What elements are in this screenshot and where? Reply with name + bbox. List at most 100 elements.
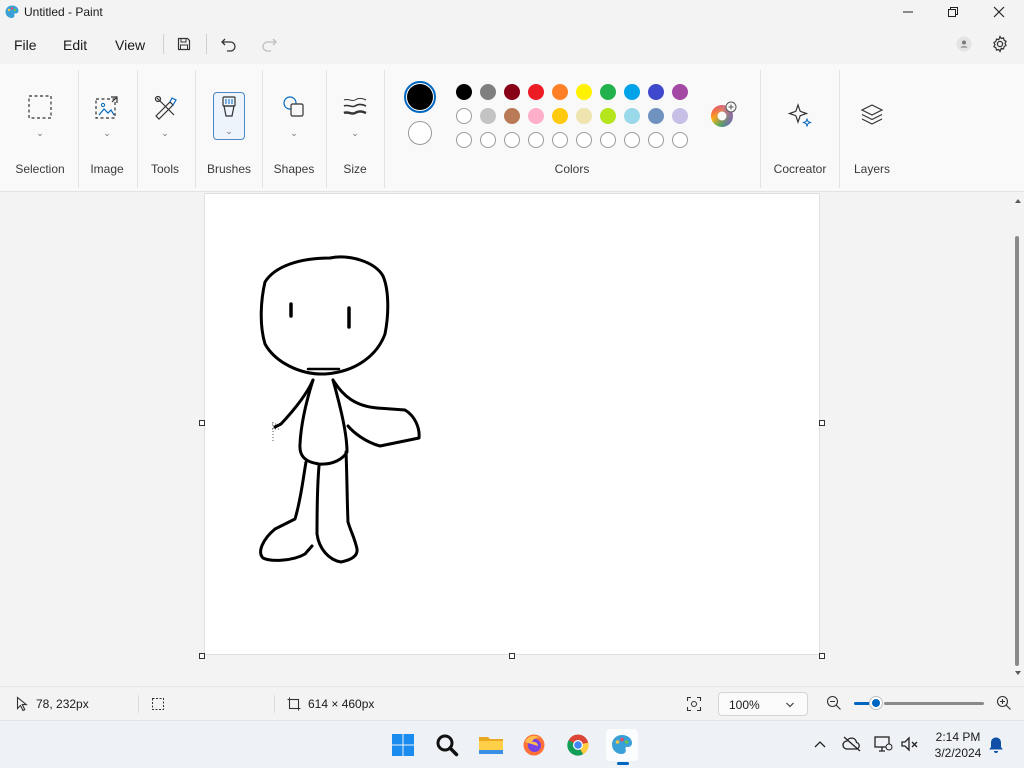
menu-file[interactable]: File	[14, 37, 37, 53]
resize-handle-left[interactable]	[199, 420, 205, 426]
color-swatch[interactable]	[456, 108, 472, 124]
tools-label: Tools	[150, 162, 180, 176]
color-swatch[interactable]	[624, 108, 640, 124]
color-swatch[interactable]	[504, 84, 520, 100]
color-swatch[interactable]	[672, 108, 688, 124]
color-swatch[interactable]	[624, 84, 640, 100]
zoom-value: 100%	[729, 698, 760, 712]
custom-color-slot[interactable]	[456, 132, 472, 148]
selection-button[interactable]	[25, 92, 55, 122]
fit-to-window-button[interactable]	[686, 696, 702, 712]
shapes-icon	[283, 96, 304, 117]
tools-chevron-icon[interactable]: ⌄	[161, 128, 169, 139]
undo-button[interactable]	[218, 33, 240, 55]
cocreator-button[interactable]	[785, 100, 815, 130]
color-swatch[interactable]	[456, 84, 472, 100]
volume-muted-icon[interactable]	[900, 735, 920, 753]
account-button[interactable]	[953, 33, 975, 55]
windows-icon	[392, 734, 414, 756]
settings-button[interactable]	[989, 33, 1011, 55]
custom-color-slot[interactable]	[648, 132, 664, 148]
shapes-button[interactable]	[279, 92, 309, 122]
color-swatch[interactable]	[528, 84, 544, 100]
redo-button[interactable]	[258, 33, 280, 55]
firefox-button[interactable]	[518, 729, 550, 761]
custom-color-slot[interactable]	[528, 132, 544, 148]
primary-color[interactable]	[407, 84, 433, 110]
custom-color-slot[interactable]	[576, 132, 592, 148]
color-swatch[interactable]	[528, 108, 544, 124]
chrome-button[interactable]	[562, 729, 594, 761]
color-swatch[interactable]	[552, 108, 568, 124]
zoom-slider-fill	[854, 702, 870, 705]
edit-colors-button[interactable]	[708, 100, 738, 130]
resize-handle-bottom[interactable]	[509, 653, 515, 659]
zoom-dropdown[interactable]: 100%	[718, 692, 808, 716]
system-clock[interactable]: 2:14 PM 3/2/2024	[930, 729, 986, 761]
status-separator	[274, 695, 275, 713]
brushes-chevron-icon[interactable]: ⌄	[225, 126, 233, 137]
shapes-chevron-icon[interactable]: ⌄	[290, 128, 298, 139]
color-swatch[interactable]	[576, 84, 592, 100]
custom-color-slot[interactable]	[480, 132, 496, 148]
custom-color-slot[interactable]	[672, 132, 688, 148]
start-button[interactable]	[387, 729, 419, 761]
color-swatch[interactable]	[480, 108, 496, 124]
sparkle-icon	[787, 103, 812, 128]
custom-color-slot[interactable]	[552, 132, 568, 148]
gear-icon	[993, 35, 1007, 53]
status-bar: 78, 232px 614 × 460px 100%	[0, 686, 1024, 720]
image-label: Image	[90, 162, 124, 176]
minimize-icon	[903, 11, 913, 13]
restore-button[interactable]	[930, 0, 976, 24]
zoom-slider-track[interactable]	[884, 702, 984, 705]
layers-button[interactable]	[857, 100, 887, 130]
cloud-offline-icon[interactable]	[842, 735, 862, 753]
resize-handle-bottom-right[interactable]	[819, 653, 825, 659]
custom-color-slot[interactable]	[624, 132, 640, 148]
selection-chevron-icon[interactable]: ⌄	[36, 128, 44, 139]
save-button[interactable]	[173, 33, 195, 55]
tools-button[interactable]	[150, 92, 180, 122]
network-icon[interactable]	[873, 735, 893, 753]
minimize-button[interactable]	[885, 0, 931, 24]
color-swatch[interactable]	[576, 108, 592, 124]
image-chevron-icon[interactable]: ⌄	[103, 128, 111, 139]
zoom-out-button[interactable]	[826, 695, 842, 711]
selection-label: Selection	[15, 162, 65, 176]
resize-handle-bottom-left[interactable]	[199, 653, 205, 659]
zoom-slider-thumb[interactable]	[870, 697, 882, 709]
save-icon	[177, 37, 191, 51]
color-swatch[interactable]	[480, 84, 496, 100]
secondary-color[interactable]	[408, 121, 432, 145]
color-swatch[interactable]	[600, 108, 616, 124]
image-button[interactable]	[92, 92, 122, 122]
color-swatch[interactable]	[648, 84, 664, 100]
paint-taskbar-button[interactable]	[606, 729, 638, 761]
color-swatch[interactable]	[600, 84, 616, 100]
size-button[interactable]	[340, 92, 370, 122]
notification-bell-icon[interactable]	[988, 736, 1004, 754]
quick-access-separator	[206, 34, 207, 54]
scrollbar-thumb[interactable]	[1015, 236, 1019, 666]
chevron-up-icon[interactable]	[813, 739, 827, 749]
group-separator	[78, 70, 79, 188]
search-button[interactable]	[431, 729, 463, 761]
close-button[interactable]	[976, 0, 1022, 24]
zoom-in-button[interactable]	[996, 695, 1012, 711]
tools-icon	[154, 95, 177, 120]
custom-color-slot[interactable]	[600, 132, 616, 148]
menu-edit[interactable]: Edit	[63, 37, 87, 53]
custom-color-slot[interactable]	[504, 132, 520, 148]
group-separator	[326, 70, 327, 188]
resize-handle-right[interactable]	[819, 420, 825, 426]
menu-separator	[163, 34, 164, 54]
size-chevron-icon[interactable]: ⌄	[351, 128, 359, 139]
color-swatch[interactable]	[648, 108, 664, 124]
color-swatch[interactable]	[552, 84, 568, 100]
status-separator	[138, 695, 139, 713]
file-explorer-button[interactable]	[475, 729, 507, 761]
color-swatch[interactable]	[672, 84, 688, 100]
color-swatch[interactable]	[504, 108, 520, 124]
menu-view[interactable]: View	[115, 37, 145, 53]
